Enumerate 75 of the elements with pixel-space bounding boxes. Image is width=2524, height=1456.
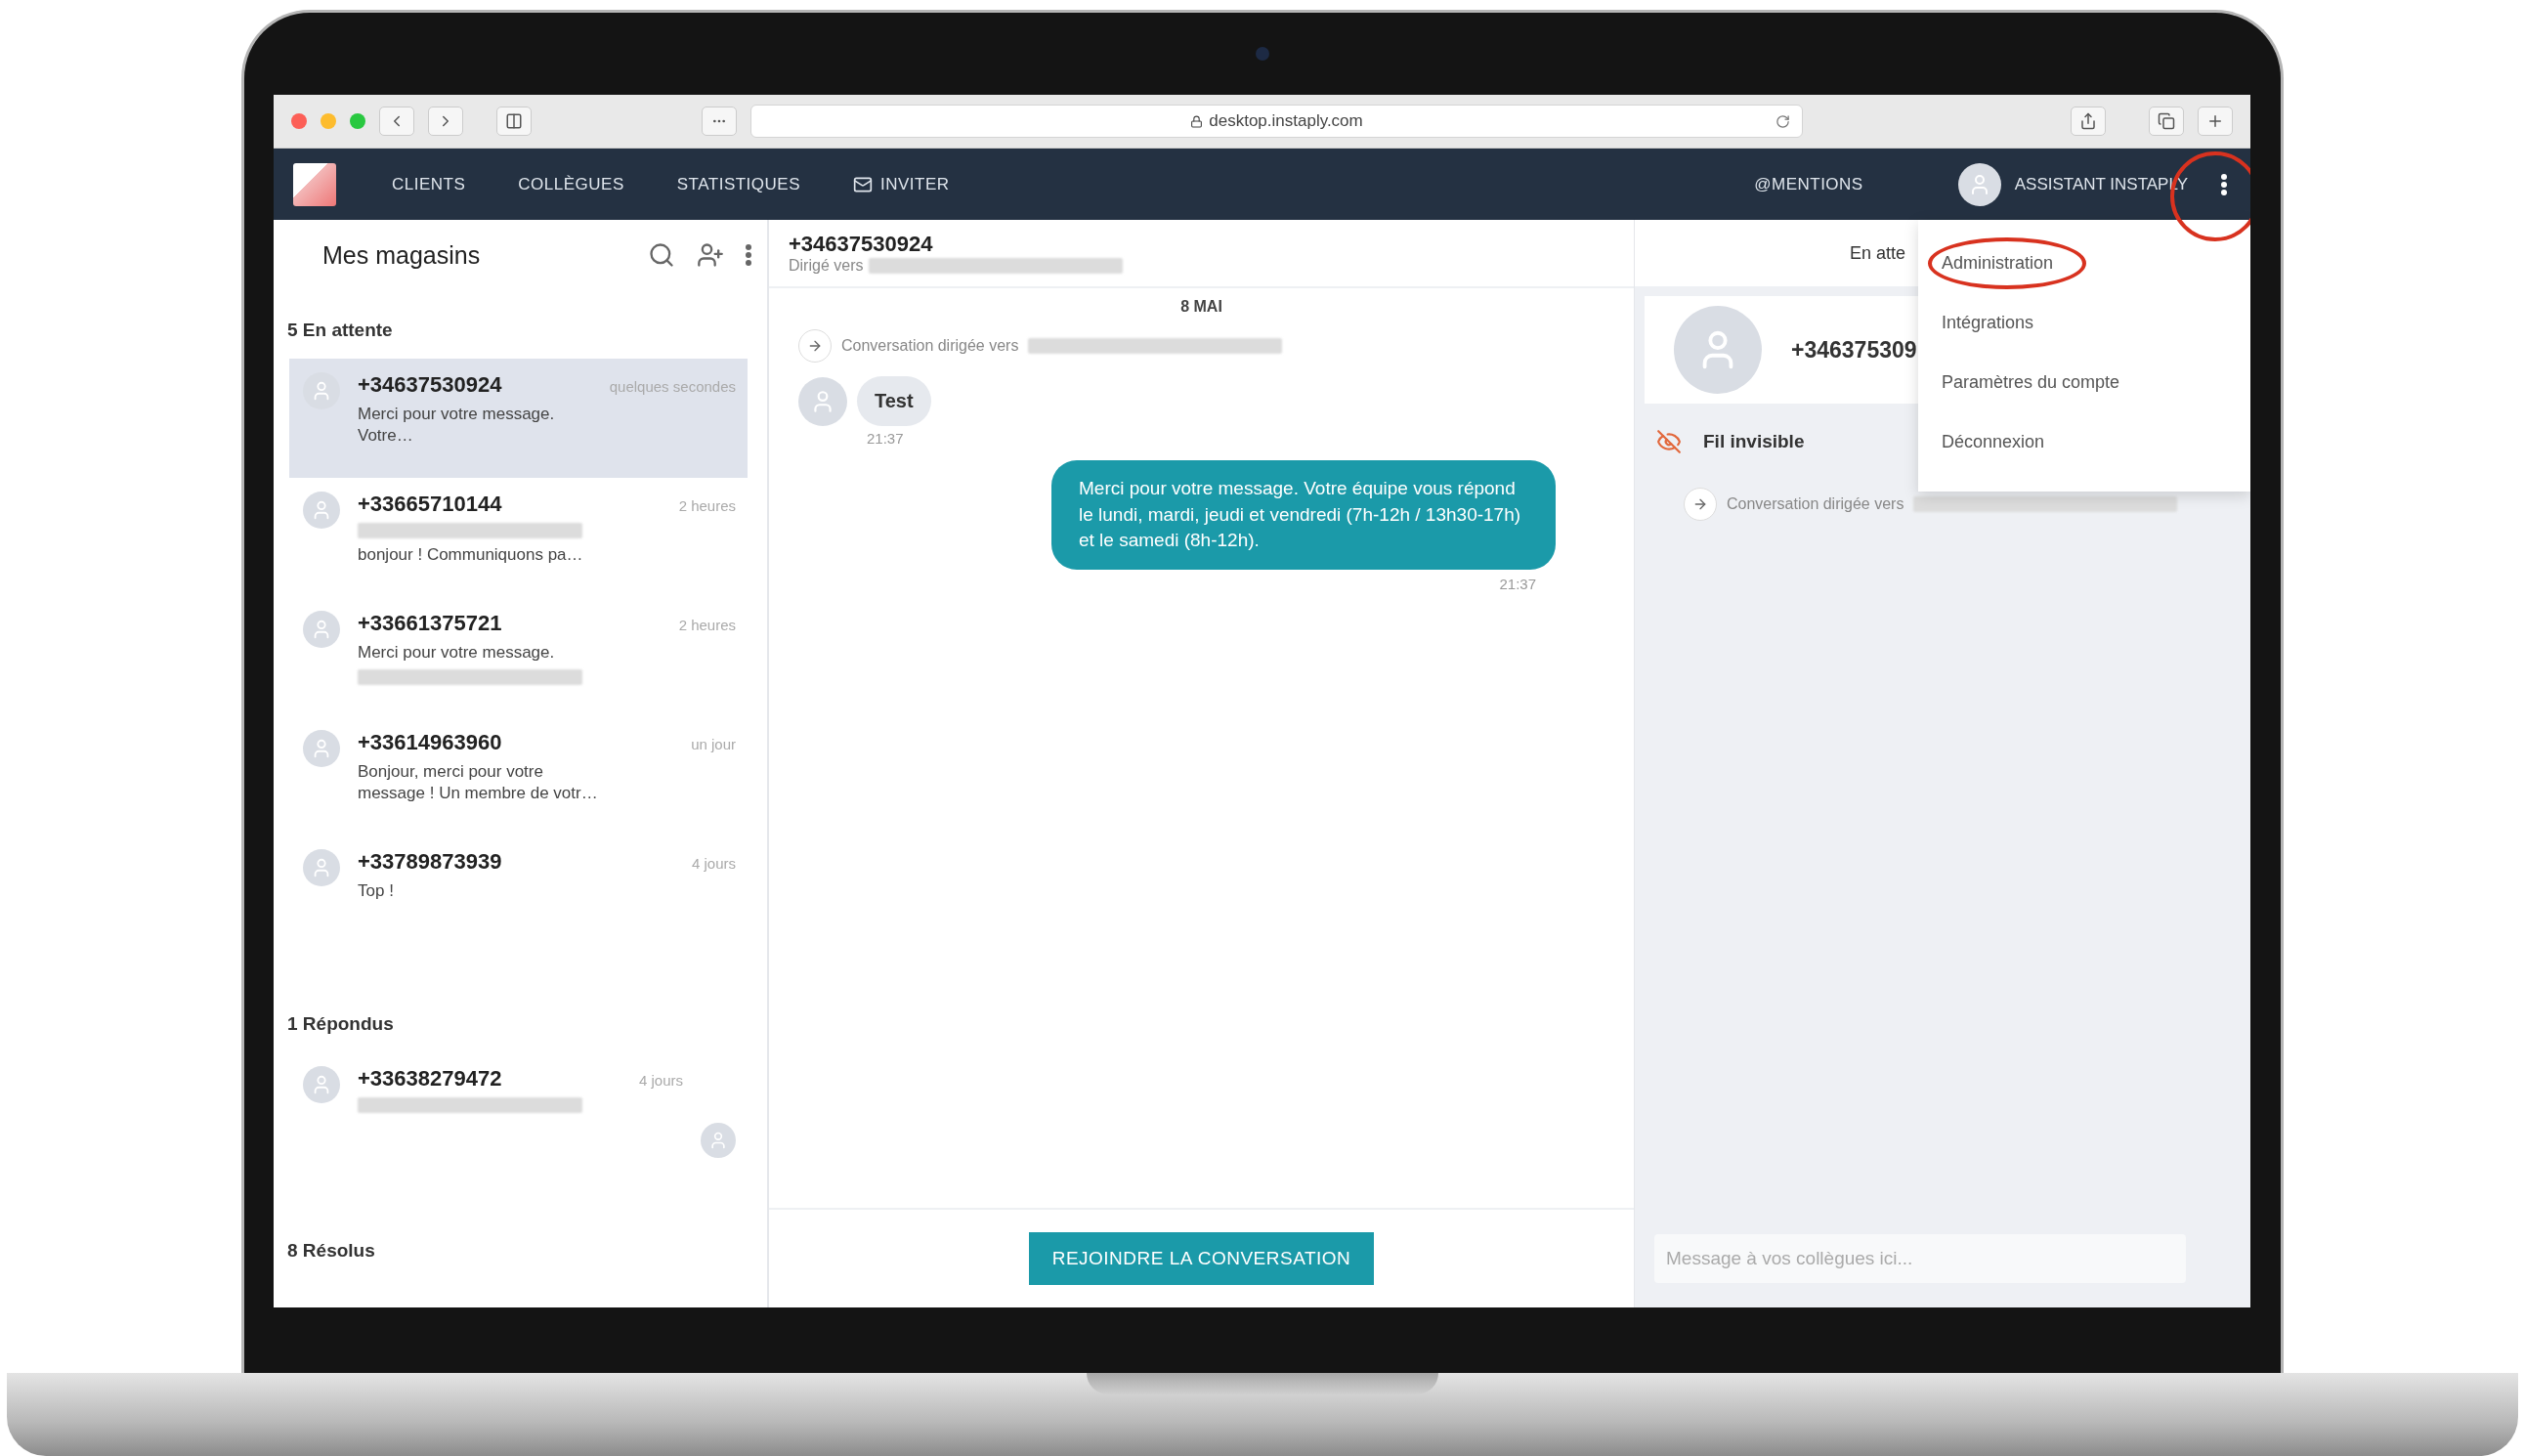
- event-text: Conversation dirigée vers: [841, 337, 1019, 355]
- message-preview: Top !: [358, 880, 395, 902]
- message-bubble: Test: [857, 376, 931, 426]
- menu-item[interactable]: Paramètres du compte: [1942, 372, 2120, 393]
- time-label: un jour: [691, 736, 736, 752]
- conversation-item[interactable]: +33614963960 un jour Bonjour, merci pour votre message ! Un membre de votr…: [289, 716, 748, 835]
- contact-phone: +346375309: [1791, 336, 1917, 364]
- menu-item[interactable]: Déconnexion: [1942, 432, 2045, 452]
- menu-item[interactable]: Administration: [1942, 253, 2054, 274]
- time-label: 4 jours: [638, 1072, 683, 1089]
- avatar-icon: [303, 372, 340, 409]
- conversation-item[interactable]: +34637530924 quelques secondes Merci pour votre message. Votre…: [289, 359, 748, 478]
- time-label: 2 heures: [678, 617, 736, 633]
- conversation-item[interactable]: +33638279472 4 jours: [289, 1052, 748, 1172]
- address-bar[interactable]: desktop.instaply.com: [750, 105, 1803, 138]
- menu-icon: [2221, 173, 2227, 195]
- section-title: 5 En attente: [286, 320, 394, 341]
- message-time: 21:37: [1499, 575, 1536, 592]
- new-tab-button[interactable]: [2198, 107, 2233, 136]
- more-options-button[interactable]: [744, 242, 753, 268]
- logo-icon: [293, 162, 336, 206]
- lock-icon: [1190, 114, 1204, 128]
- plus-icon: [2206, 112, 2224, 130]
- tabs-button[interactable]: [2149, 107, 2184, 136]
- nav-link[interactable]: INVITER: [827, 174, 976, 194]
- thread-label: Fil invisible: [1703, 431, 1805, 452]
- message-preview: Merci pour votre message. Votre…: [358, 404, 556, 448]
- status-label: En atte: [1850, 242, 1906, 264]
- event-text: Conversation dirigée vers: [1727, 495, 1904, 513]
- message-preview: Bonjour, merci pour votre message ! Un membre de votr…: [358, 761, 599, 805]
- time-label: 4 jours: [691, 855, 736, 872]
- avatar-icon: [798, 376, 847, 426]
- avatar-icon: [303, 730, 340, 767]
- contact-phone: +34637530924: [789, 232, 934, 257]
- nav-link[interactable]: CLIENTS: [365, 174, 492, 194]
- phone-number: +33638279472: [358, 1066, 502, 1092]
- tabs-icon: [2158, 112, 2175, 130]
- sidebar-icon: [505, 112, 523, 130]
- phone-number: +34637530924: [358, 372, 502, 398]
- phone-number: +33614963960: [358, 730, 502, 755]
- nav-link[interactable]: STATISTIQUES: [650, 174, 827, 194]
- message-preview: Merci pour votre message.: [358, 642, 556, 664]
- share-icon: [2079, 112, 2097, 130]
- message-bubble: Merci pour votre message. Votre équipe vous répond le lundi, mardi, jeudi et vendredi (7h-12h / 13h30-17h) et le samedi (8h-12h).: [1051, 460, 1556, 570]
- eye-off-icon: [1656, 429, 1682, 454]
- routed-label: Dirigé vers: [789, 257, 864, 275]
- reload-icon[interactable]: [1775, 113, 1790, 129]
- phone-number: +33661375721: [358, 611, 502, 636]
- conversation-item[interactable]: +33789873939 4 jours Top !: [289, 835, 748, 955]
- avatar-icon: [303, 611, 340, 648]
- nav-link[interactable]: @MENTIONS: [1728, 174, 1890, 194]
- avatar-icon: [303, 492, 340, 529]
- time-label: 2 heures: [678, 497, 736, 514]
- avatar-icon: [303, 1066, 340, 1103]
- url-text: desktop.instaply.com: [1209, 111, 1363, 131]
- conversation-item[interactable]: +33661375721 2 heures Merci pour votre message.: [289, 597, 748, 716]
- phone-number: +33789873939: [358, 849, 502, 875]
- message-input[interactable]: Message à vos collègues ici...: [1654, 1234, 2186, 1283]
- sidebar-button[interactable]: [496, 107, 532, 136]
- message-preview: bonjour ! Communiquons pa…: [358, 544, 584, 566]
- nav-link[interactable]: COLLÈGUES: [492, 174, 651, 194]
- message-time: 21:37: [867, 430, 904, 447]
- section-title: 1 Répondus: [286, 1013, 395, 1035]
- avatar-icon: [303, 849, 340, 886]
- share-button[interactable]: [2071, 107, 2106, 136]
- section-title: 8 Résolus: [286, 1240, 376, 1262]
- camera-icon: [1255, 47, 1269, 61]
- menu-icon: [746, 244, 751, 266]
- sidebar-title[interactable]: Mes magasins: [322, 240, 628, 270]
- phone-number: +33665710144: [358, 492, 502, 517]
- conversation-item[interactable]: +33665710144 2 heures bonjour ! Communiquons pa…: [289, 478, 748, 597]
- date-divider: 8 MAI: [1180, 298, 1222, 316]
- close-button[interactable]: [291, 113, 307, 129]
- menu-item[interactable]: Intégrations: [1942, 313, 2034, 333]
- time-label: quelques secondes: [609, 378, 736, 395]
